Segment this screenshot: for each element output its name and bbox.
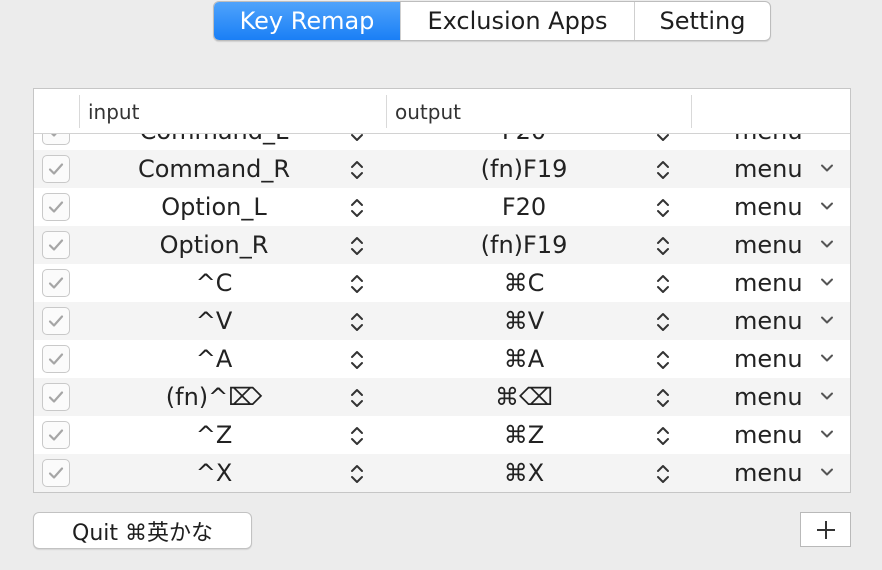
input-stepper-icon[interactable] [350,425,364,447]
enabled-checkbox[interactable] [42,231,70,259]
enabled-checkbox[interactable] [42,307,70,335]
checkmark-icon [48,315,64,327]
enabled-checkbox[interactable] [42,269,70,297]
chevron-down-icon[interactable] [820,313,834,327]
enabled-checkbox[interactable] [42,193,70,221]
menu-popup-button[interactable]: menu [722,416,812,454]
table-row[interactable]: ^A ⌘A menu [34,340,850,378]
output-stepper-icon[interactable] [656,387,670,409]
input-stepper-icon[interactable] [350,273,364,295]
input-key-value: ^V [195,307,233,335]
input-stepper-icon[interactable] [350,463,364,485]
table-row[interactable]: ^C ⌘C menu [34,264,850,302]
checkmark-icon [48,353,64,365]
chevron-down-icon[interactable] [820,275,834,289]
output-key-value: ⌘Z [503,421,545,449]
menu-popup-button[interactable]: menu [722,454,812,492]
checkmark-icon [48,277,64,289]
checkmark-icon [48,239,64,251]
input-stepper-icon[interactable] [350,197,364,219]
table-row[interactable]: Option_L F20 menu [34,188,850,226]
table-row[interactable]: (fn)^⌦ ⌘⌫ menu [34,378,850,416]
tab-setting[interactable]: Setting [635,2,770,40]
input-key-value: Command_R [137,155,291,183]
chevron-down-icon[interactable] [820,427,834,441]
output-key-value: F20 [501,193,547,221]
chevron-down-icon[interactable] [820,199,834,213]
output-key-value: ⌘⌫ [495,383,553,411]
enabled-checkbox[interactable] [42,345,70,373]
chevron-down-icon[interactable] [820,465,834,479]
menu-popup-button[interactable]: menu [722,302,812,340]
table-row[interactable]: Option_R (fn)F19 menu [34,226,850,264]
output-stepper-icon[interactable] [656,349,670,371]
table-row[interactable]: ^V ⌘V menu [34,302,850,340]
output-stepper-icon[interactable] [656,311,670,333]
table-row[interactable]: Command_R (fn)F19 menu [34,150,850,188]
enabled-checkbox[interactable] [42,421,70,449]
table-row[interactable]: ^X ⌘X menu [34,454,850,492]
column-header-input[interactable]: input [79,95,387,128]
input-stepper-icon[interactable] [350,387,364,409]
menu-popup-button[interactable]: menu [722,378,812,416]
chevron-down-icon[interactable] [820,389,834,403]
input-stepper-icon[interactable] [350,235,364,257]
output-stepper-icon[interactable] [656,235,670,257]
input-key-value: Option_R [159,231,269,259]
checkmark-icon [48,429,64,441]
output-stepper-icon[interactable] [656,273,670,295]
output-stepper-icon[interactable] [656,197,670,219]
output-key-value: (fn)F19 [480,155,568,183]
table-row[interactable]: ^Z ⌘Z menu [34,416,850,454]
menu-popup-button[interactable]: menu [722,150,812,188]
output-stepper-icon[interactable] [656,425,670,447]
checkmark-icon [48,163,64,175]
input-stepper-icon[interactable] [350,159,364,181]
enabled-checkbox[interactable] [42,459,70,487]
output-stepper-icon[interactable] [656,463,670,485]
column-header-menu[interactable] [691,95,850,128]
output-key-value: ⌘V [503,307,545,335]
tab-key-remap[interactable]: Key Remap [214,2,401,40]
enabled-checkbox[interactable] [42,383,70,411]
input-key-value: (fn)^⌦ [165,383,263,411]
table-rows: Command_LF20menuCommand_R(fn)F19menuOpti… [34,112,850,492]
checkmark-icon [48,467,64,479]
output-key-value: (fn)F19 [480,231,568,259]
menu-popup-button[interactable]: menu [722,264,812,302]
output-key-value: ⌘C [503,269,545,297]
table-header: input output [34,89,850,134]
enabled-checkbox[interactable] [42,155,70,183]
column-header-output[interactable]: output [386,95,692,128]
input-key-value: ^Z [195,421,233,449]
remap-table: input output Command_LF20menuCommand_R(f… [33,88,851,493]
output-key-value: ⌘X [503,459,545,487]
plus-icon [816,520,835,539]
output-stepper-icon[interactable] [656,159,670,181]
tab-exclusion-apps[interactable]: Exclusion Apps [401,2,635,40]
chevron-down-icon[interactable] [820,351,834,365]
chevron-down-icon[interactable] [820,237,834,251]
input-stepper-icon[interactable] [350,311,364,333]
menu-popup-button[interactable]: menu [722,188,812,226]
checkmark-icon [48,201,64,213]
checkmark-icon [48,391,64,403]
chevron-down-icon[interactable] [820,161,834,175]
quit-button[interactable]: Quit ⌘英かな [33,512,252,549]
input-key-value: Option_L [161,193,267,221]
input-key-value: ^C [195,269,233,297]
input-key-value: ^X [195,459,233,487]
menu-popup-button[interactable]: menu [722,226,812,264]
input-key-value: ^A [195,345,233,373]
output-key-value: ⌘A [503,345,545,373]
menu-popup-button[interactable]: menu [722,340,812,378]
input-stepper-icon[interactable] [350,349,364,371]
tab-bar: Key Remap Exclusion Apps Setting [213,1,771,41]
add-row-button[interactable] [800,512,851,547]
